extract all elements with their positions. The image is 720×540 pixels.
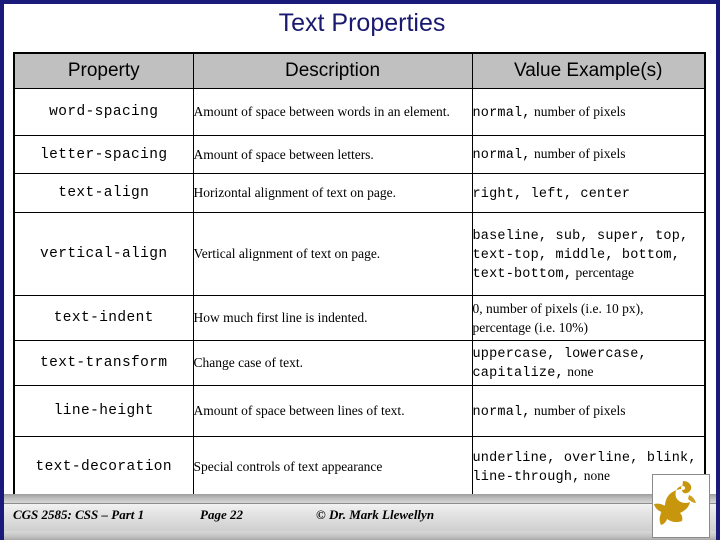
property-values-cell: 0, number of pixels (i.e. 10 px), percen… <box>471 295 706 341</box>
column-header-property: Property <box>13 52 194 89</box>
table-row: text-align Horizontal alignment of text … <box>13 173 706 213</box>
property-description-cell: Special controls of text appearance <box>192 436 473 498</box>
property-values-cell: uppercase, lowercase, capitalize, none <box>471 340 706 386</box>
property-name-cell: text-decoration <box>13 436 194 498</box>
footer-band-top <box>4 494 716 503</box>
property-name-cell: vertical-align <box>13 212 194 296</box>
value-serif-text: 0, number of pixels (i.e. 10 px), percen… <box>472 301 644 335</box>
value-serif-text: none <box>580 467 611 483</box>
property-values-cell: right, left, center <box>471 173 706 213</box>
table-header: Property Description Value Example(s) <box>13 52 706 89</box>
table-header-row: Property Description Value Example(s) <box>13 52 706 89</box>
property-name-cell: text-transform <box>13 340 194 386</box>
footer-copyright: © Dr. Mark Llewellyn <box>316 507 435 522</box>
property-description-cell: Amount of space between letters. <box>192 135 473 174</box>
value-serif-text: number of pixels <box>530 402 626 418</box>
slide-canvas: Text Properties Property Description Val… <box>0 0 720 540</box>
table-body: word-spacing Amount of space between wor… <box>13 88 706 498</box>
value-serif-text: number of pixels <box>530 146 626 161</box>
value-mono-text: normal, <box>472 105 531 121</box>
slide-footer: CGS 2585: CSS – Part 1 Page 22 © Dr. Mar… <box>4 494 716 540</box>
property-values-cell: normal, number of pixels <box>471 135 706 174</box>
footer-band-bottom <box>4 531 716 540</box>
property-name-cell: word-spacing <box>13 88 194 136</box>
text-properties-table-wrapper: Property Description Value Example(s) wo… <box>13 52 708 498</box>
table-row: letter-spacing Amount of space between l… <box>13 135 706 174</box>
value-serif-text: percentage <box>572 264 634 280</box>
value-mono-text: normal, <box>472 404 531 420</box>
ucf-pegasus-logo-icon <box>652 474 710 538</box>
footer-course-label: CGS 2585: CSS – Part 1 <box>13 507 145 522</box>
table-row: text-decoration Special controls of text… <box>13 436 706 498</box>
property-name-cell: text-align <box>13 173 194 213</box>
page-title: Text Properties <box>278 9 446 37</box>
table-row: text-indent How much first line is inden… <box>13 295 706 341</box>
table-row: text-transform Change case of text. uppe… <box>13 340 706 386</box>
property-description-cell: Amount of space between lines of text. <box>192 385 473 437</box>
column-header-value-examples: Value Example(s) <box>471 52 706 89</box>
property-description-cell: Amount of space between words in an elem… <box>192 88 473 136</box>
footer-page-number: Page 22 <box>200 507 243 522</box>
property-description-cell: Change case of text. <box>192 340 473 386</box>
value-serif-text: number of pixels <box>530 103 626 119</box>
column-header-description: Description <box>192 52 473 89</box>
property-name-cell: letter-spacing <box>13 135 194 174</box>
text-properties-table: Property Description Value Example(s) wo… <box>13 52 706 498</box>
property-values-cell: normal, number of pixels <box>471 385 706 437</box>
value-serif-text: none <box>563 364 594 379</box>
property-name-cell: text-indent <box>13 295 194 341</box>
property-values-cell: baseline, sub, super, top, text-top, mid… <box>471 212 706 296</box>
property-name-cell: line-height <box>13 385 194 437</box>
table-row: line-height Amount of space between line… <box>13 385 706 437</box>
property-description-cell: Vertical alignment of text on page. <box>192 212 473 296</box>
table-row: vertical-align Vertical alignment of tex… <box>13 212 706 296</box>
property-description-cell: Horizontal alignment of text on page. <box>192 173 473 213</box>
property-description-cell: How much first line is indented. <box>192 295 473 341</box>
value-mono-text: normal, <box>472 148 531 163</box>
value-mono-text: uppercase, lowercase, capitalize, <box>472 347 647 381</box>
table-row: word-spacing Amount of space between wor… <box>13 88 706 136</box>
value-mono-text: right, left, center <box>472 186 631 202</box>
property-values-cell: normal, number of pixels <box>471 88 706 136</box>
